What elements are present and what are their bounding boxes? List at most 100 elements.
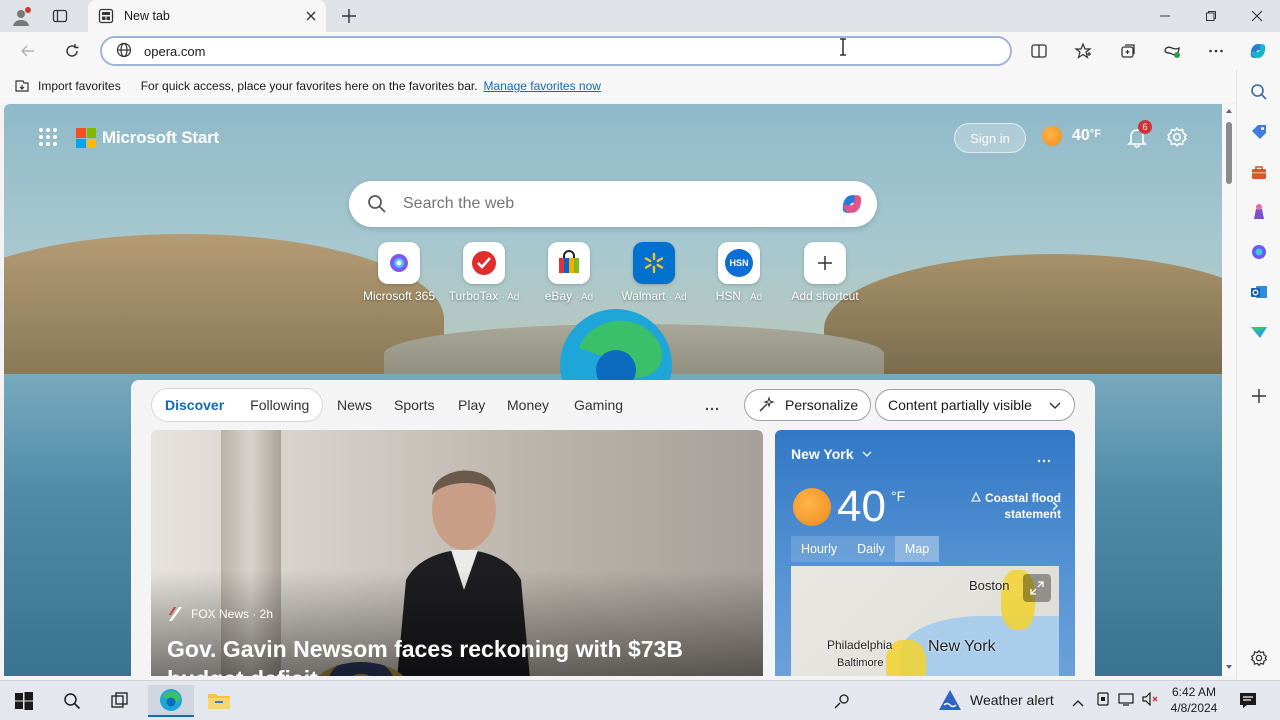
settings-gear-icon[interactable] — [1166, 126, 1188, 148]
sidebar-microsoft365-icon[interactable] — [1249, 242, 1269, 262]
weather-tab-daily[interactable]: Daily — [847, 536, 895, 562]
collections-button[interactable] — [1112, 35, 1144, 67]
add-shortcut-label: Add shortcut — [791, 289, 859, 303]
task-view-icon[interactable] — [100, 685, 140, 717]
split-screen-button[interactable] — [1023, 35, 1055, 67]
nav-news[interactable]: News — [337, 397, 372, 413]
start-button[interactable] — [4, 685, 44, 717]
windows-taskbar: Weather alert 6:42 AM 4/8/2024 — [0, 680, 1280, 720]
sidebar-outlook-icon[interactable] — [1249, 282, 1269, 302]
header-temperature: 40 — [1072, 127, 1090, 144]
weather-map[interactable]: Boston Philadelphia New York Baltimore — [791, 566, 1059, 676]
show-hidden-icons-icon[interactable] — [1072, 695, 1084, 710]
import-favorites-button[interactable]: Import favorites — [14, 78, 121, 94]
more-categories-icon[interactable] — [705, 400, 719, 415]
back-button[interactable] — [12, 35, 44, 67]
nav-money[interactable]: Money — [507, 397, 549, 413]
more-menu-button[interactable] — [1200, 35, 1232, 67]
scroll-up-icon[interactable] — [1225, 108, 1233, 114]
chevron-down-icon — [862, 450, 872, 458]
scrollbar-thumb[interactable] — [1226, 122, 1232, 184]
chevron-right-icon[interactable] — [1051, 500, 1059, 515]
top-news-card[interactable]: FOX News · 2h Gov. Gavin Newsom faces re… — [151, 430, 763, 676]
shortcut-microsoft-365[interactable]: Microsoft 365 — [356, 242, 442, 303]
address-bar[interactable]: opera.com — [100, 36, 1012, 66]
refresh-button[interactable] — [56, 35, 88, 67]
search-input[interactable] — [403, 195, 803, 213]
system-clock[interactable]: 6:42 AM 4/8/2024 — [1160, 684, 1228, 716]
copilot-search-icon[interactable] — [837, 190, 867, 218]
weather-more-icon[interactable] — [1037, 452, 1051, 467]
shortcut-walmart[interactable]: Walmart · Ad — [611, 242, 697, 303]
nav-gaming[interactable]: Gaming — [574, 397, 623, 413]
news-headline[interactable]: Gov. Gavin Newsom faces reckoning with $… — [167, 634, 747, 676]
news-feed-panel: Discover Following News Sports Play Mone… — [131, 380, 1095, 676]
network-icon[interactable] — [1118, 692, 1134, 709]
add-shortcut-button[interactable]: Add shortcut — [782, 242, 868, 303]
personalize-button[interactable]: Personalize — [744, 389, 872, 421]
weather-alert-widget[interactable]: Weather alert — [938, 689, 1054, 711]
weather-card[interactable]: New York 40 °F Coastal flood statement H… — [775, 430, 1075, 676]
personalize-sparkle-icon — [757, 396, 775, 414]
expand-map-icon[interactable] — [1023, 574, 1051, 602]
copilot-button[interactable] — [1242, 35, 1274, 67]
weather-location-selector[interactable]: New York — [791, 446, 872, 462]
new-tab-page: Microsoft Start Sign in 40 °F 6 Microsof… — [4, 104, 1222, 676]
favorites-star-button[interactable] — [1067, 35, 1099, 67]
restore-button[interactable] — [1188, 0, 1234, 32]
feed-mode-switch: Discover Following — [151, 388, 324, 422]
weather-location: New York — [791, 446, 854, 462]
file-explorer-icon[interactable] — [199, 685, 239, 717]
nav-sports[interactable]: Sports — [394, 397, 434, 413]
shortcut-hsn[interactable]: HSN HSN · Ad — [696, 242, 782, 303]
sign-in-button[interactable]: Sign in — [954, 123, 1026, 153]
microsoft-logo-icon — [76, 128, 96, 148]
apps-launcher-icon[interactable] — [38, 127, 58, 147]
sidebar-games-icon[interactable] — [1249, 202, 1269, 222]
sidebar-shopping-icon[interactable] — [1249, 122, 1269, 142]
new-tab-button[interactable] — [340, 7, 358, 25]
search-icon — [367, 194, 387, 214]
scroll-down-icon[interactable] — [1225, 664, 1233, 670]
notification-center-icon[interactable] — [1239, 691, 1257, 712]
chat-assistant-icon[interactable] — [822, 685, 862, 717]
microsoft-start-logo[interactable]: Microsoft Start — [76, 128, 219, 148]
manage-favorites-link[interactable]: Manage favorites now — [484, 79, 601, 93]
weather-tab-map[interactable]: Map — [894, 536, 940, 562]
globe-icon — [116, 42, 132, 61]
tab-discover[interactable]: Discover — [152, 397, 237, 413]
shortcut-turbotax[interactable]: TurboTax · Ad — [441, 242, 527, 303]
news-source-label: FOX News · 2h — [191, 607, 274, 621]
page-scrollbar[interactable] — [1222, 104, 1236, 676]
profile-icon[interactable] — [10, 6, 32, 28]
taskbar-edge-icon[interactable] — [148, 685, 194, 717]
address-url[interactable]: opera.com — [144, 44, 205, 59]
browser-essentials-button[interactable] — [1156, 35, 1188, 67]
weather-alert[interactable]: Coastal flood statement — [949, 490, 1061, 522]
close-tab-icon[interactable] — [302, 7, 320, 25]
plus-icon — [804, 242, 846, 284]
nav-play[interactable]: Play — [458, 397, 485, 413]
content-visibility-dropdown[interactable]: Content partially visible — [875, 389, 1075, 421]
header-weather[interactable]: 40 °F — [1042, 126, 1101, 146]
tab-actions-icon[interactable] — [52, 8, 68, 24]
sidebar-tools-icon[interactable] — [1249, 162, 1269, 182]
close-window-button[interactable] — [1234, 0, 1280, 32]
sidebar-add-icon[interactable] — [1249, 386, 1269, 406]
web-search-box[interactable] — [349, 181, 877, 227]
security-icon[interactable] — [1096, 692, 1110, 709]
walmart-spark-icon — [633, 242, 675, 284]
tab-new-tab[interactable]: New tab — [88, 0, 326, 32]
weather-tab-hourly[interactable]: Hourly — [791, 536, 848, 562]
minimize-button[interactable] — [1142, 0, 1188, 32]
fox-news-logo-icon — [167, 606, 183, 622]
notifications-bell-icon[interactable]: 6 — [1126, 120, 1152, 150]
sidebar-settings-gear-icon[interactable] — [1249, 648, 1269, 668]
sidebar-search-icon[interactable] — [1249, 82, 1269, 102]
shortcut-ebay[interactable]: eBay · Ad — [526, 242, 612, 303]
sidebar-drop-icon[interactable] — [1249, 322, 1269, 342]
tab-following[interactable]: Following — [237, 397, 322, 413]
volume-muted-icon[interactable] — [1142, 691, 1160, 709]
weather-alert-icon — [938, 689, 962, 711]
taskbar-search-icon[interactable] — [52, 685, 92, 717]
